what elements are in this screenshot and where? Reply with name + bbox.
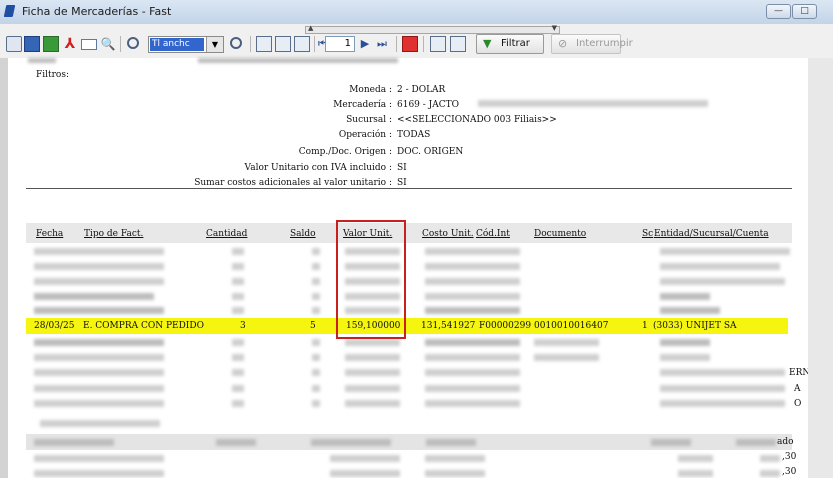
filter-label-sucursal: Sucursal : bbox=[346, 115, 392, 125]
col-tipo: Tipo de Fact. bbox=[84, 229, 144, 239]
page-number-input[interactable]: 1 bbox=[325, 36, 355, 52]
scroll-left-icon[interactable]: ▲ bbox=[308, 24, 313, 32]
save-icon[interactable] bbox=[24, 36, 40, 52]
report-icon[interactable] bbox=[450, 36, 466, 52]
edge-fragment-2: A bbox=[794, 384, 801, 394]
filter-label-costos: Sumar costos adicionales al valor unitar… bbox=[194, 178, 392, 188]
interrupt-icon: ⊘ bbox=[558, 37, 568, 50]
filter-label-operacion: Operación : bbox=[338, 130, 392, 140]
divider bbox=[26, 188, 792, 189]
maximize-button[interactable]: □ bbox=[792, 4, 817, 19]
filters-title: Filtros: bbox=[36, 70, 69, 80]
filter-value-costos: SI bbox=[397, 178, 407, 188]
zoom-in-icon[interactable] bbox=[127, 37, 139, 49]
filter-label-moneda: Moneda : bbox=[349, 85, 392, 95]
toolbar-scrollbar[interactable]: ▲ ▼ bbox=[305, 24, 560, 34]
export-icon[interactable] bbox=[43, 36, 59, 52]
filter-value-comp-doc: DOC. ORIGEN bbox=[397, 147, 464, 157]
col-cantidad: Cantidad bbox=[206, 229, 248, 239]
last-page-icon[interactable]: ⏭ bbox=[374, 36, 390, 52]
stop-icon[interactable] bbox=[402, 36, 418, 52]
filter-value-moneda: 2 - DOLAR bbox=[397, 85, 446, 95]
filter-label: Filtrar bbox=[501, 38, 530, 49]
col-costo-unit: Costo Unit. bbox=[422, 229, 474, 239]
print-icon[interactable] bbox=[6, 36, 22, 52]
filter-value-sucursal: <<SELECCIONADO 003 Filiais>> bbox=[397, 115, 557, 125]
col-documento: Documento bbox=[534, 229, 587, 239]
cell-cod-int: F00000299 bbox=[479, 321, 532, 331]
cell-cantidad: 3 bbox=[240, 321, 246, 331]
filter-label-mercaderia: Mercadería : bbox=[333, 100, 392, 110]
annotation-box bbox=[336, 220, 406, 339]
column-header-bar: Fecha Tipo de Fact. Cantidad Saldo Valor… bbox=[26, 223, 792, 243]
filter-label-comp-doc: Comp./Doc. Origen : bbox=[298, 147, 392, 157]
vertical-scrollbar[interactable] bbox=[808, 58, 833, 478]
report-toolbar: ▲ ▼ ⅄ 🔍 Tl anchc ▼ ⏮ 1 ▶ ⏭ ▼ Filtrar ⊘ I… bbox=[0, 24, 833, 59]
interrupt-button[interactable]: ⊘ Interrumpir bbox=[551, 34, 633, 54]
filter-button[interactable]: ▼ Filtrar bbox=[476, 34, 544, 54]
summary-header-bar: ado bbox=[26, 434, 794, 450]
summary-header-right: ado bbox=[777, 437, 794, 447]
zoom-out-icon[interactable] bbox=[230, 37, 242, 49]
summary-value-2: ,30 bbox=[782, 467, 797, 477]
find-icon[interactable]: 🔍 bbox=[100, 36, 116, 52]
scroll-right-icon[interactable]: ▼ bbox=[552, 24, 557, 32]
col-sc: Sc bbox=[642, 229, 654, 239]
two-pages-icon[interactable] bbox=[275, 36, 291, 52]
col-entidad: Entidad/Sucursal/Cuenta bbox=[654, 229, 769, 239]
cell-costo-unit: 131,541927 bbox=[421, 321, 476, 331]
filter-value-operacion: TODAS bbox=[397, 130, 431, 140]
col-cod-int: Cód.Int bbox=[476, 229, 510, 239]
cell-documento: 0010010016407 bbox=[534, 321, 609, 331]
pdf-icon[interactable]: ⅄ bbox=[62, 36, 78, 52]
filter-icon: ▼ bbox=[483, 37, 492, 50]
minimize-button[interactable]: — bbox=[766, 4, 791, 19]
col-fecha: Fecha bbox=[36, 229, 64, 239]
window-title: Ficha de Mercaderías - Fast bbox=[22, 5, 172, 18]
edge-fragment-3: O bbox=[794, 399, 802, 409]
app-icon bbox=[3, 5, 16, 17]
cell-fecha: 28/03/25 bbox=[34, 321, 75, 331]
email-icon[interactable] bbox=[81, 39, 97, 50]
zoom-value: Tl anchc bbox=[150, 38, 204, 51]
table-row-highlighted[interactable]: 28/03/25 E. COMPRA CON PEDIDO 3 5 159,10… bbox=[26, 318, 788, 334]
filter-value-iva: SI bbox=[397, 163, 407, 173]
cell-saldo: 5 bbox=[310, 321, 316, 331]
interrupt-label: Interrumpir bbox=[576, 38, 633, 49]
cell-sc: 1 bbox=[642, 321, 648, 331]
col-saldo: Saldo bbox=[290, 229, 316, 239]
filter-label-iva: Valor Unitario con IVA incluido : bbox=[244, 163, 392, 173]
zoom-select[interactable]: Tl anchc ▼ bbox=[148, 36, 224, 53]
chevron-down-icon[interactable]: ▼ bbox=[206, 37, 223, 52]
filter-value-mercaderia: 6169 - JACTO bbox=[397, 100, 460, 110]
copy-icon[interactable] bbox=[430, 36, 446, 52]
single-page-icon[interactable] bbox=[256, 36, 272, 52]
cell-tipo: E. COMPRA CON PEDIDO bbox=[83, 321, 204, 331]
page-setup-icon[interactable] bbox=[294, 36, 310, 52]
summary-value-1: ,30 bbox=[782, 452, 797, 462]
next-page-icon[interactable]: ▶ bbox=[357, 36, 373, 52]
title-bar: Ficha de Mercaderías - Fast — □ bbox=[0, 0, 833, 25]
cell-entidad: (3033) UNIJET SA bbox=[653, 321, 737, 331]
